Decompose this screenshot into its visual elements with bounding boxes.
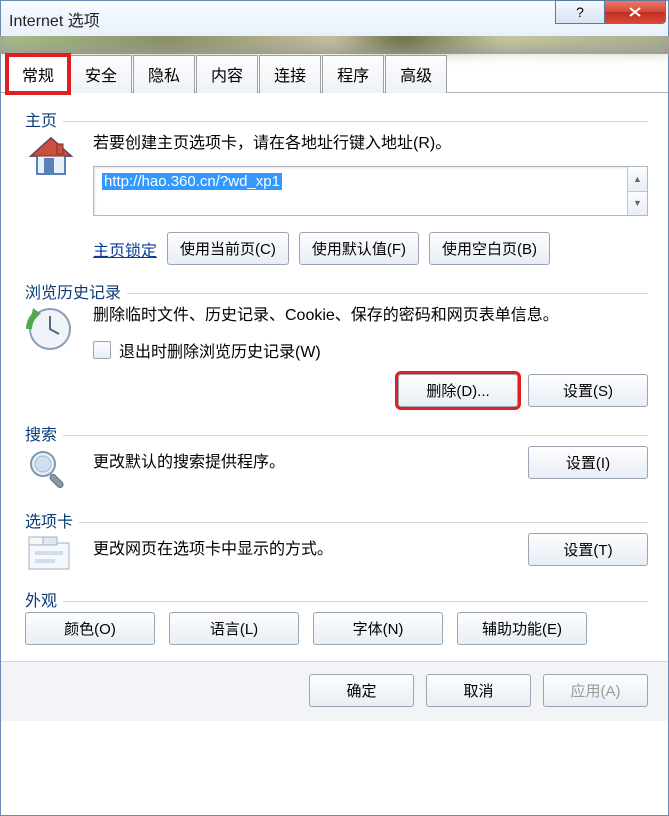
- homepage-url-input[interactable]: http://hao.360.cn/?wd_xp1 ▲ ▼: [93, 166, 648, 216]
- tab-programs[interactable]: 程序: [322, 55, 384, 93]
- appearance-label: 外观: [25, 587, 63, 611]
- tab-general[interactable]: 常规: [7, 55, 69, 93]
- use-default-button[interactable]: 使用默认值(F): [299, 232, 419, 265]
- delete-history-button[interactable]: 删除(D)...: [398, 374, 518, 407]
- homepage-label: 主页: [25, 107, 63, 131]
- history-label: 浏览历史记录: [25, 279, 127, 303]
- magnifier-icon: [25, 446, 93, 494]
- tab-security[interactable]: 安全: [70, 55, 132, 93]
- fonts-button[interactable]: 字体(N): [313, 612, 443, 645]
- tabgroup-settings-button[interactable]: 设置(T): [528, 533, 648, 566]
- window-title: Internet 选项: [9, 7, 100, 31]
- spinner-down-icon[interactable]: ▼: [628, 192, 647, 216]
- history-settings-button[interactable]: 设置(S): [528, 374, 648, 407]
- homepage-desc: 若要创建主页选项卡，请在各地址行键入地址(R)。: [93, 132, 648, 156]
- colors-button[interactable]: 颜色(O): [25, 612, 155, 645]
- tab-bar: 常规 安全 隐私 内容 连接 程序 高级: [1, 54, 668, 93]
- tabgroup-desc: 更改网页在选项卡中显示的方式。: [93, 538, 333, 562]
- home-icon: [25, 132, 93, 184]
- tab-privacy[interactable]: 隐私: [133, 55, 195, 93]
- homepage-lock-link[interactable]: 主页锁定: [93, 237, 157, 261]
- spinner-up-icon[interactable]: ▲: [628, 167, 647, 192]
- language-button[interactable]: 语言(L): [169, 612, 299, 645]
- tab-content[interactable]: 内容: [196, 55, 258, 93]
- search-desc: 更改默认的搜索提供程序。: [93, 451, 285, 475]
- ok-button[interactable]: 确定: [309, 674, 414, 707]
- tabs-icon: [25, 533, 93, 573]
- help-button[interactable]: ?: [555, 0, 605, 24]
- close-button[interactable]: [604, 0, 666, 24]
- history-desc: 删除临时文件、历史记录、Cookie、保存的密码和网页表单信息。: [93, 304, 648, 328]
- url-spinner[interactable]: ▲ ▼: [627, 167, 647, 215]
- clock-icon: [25, 304, 93, 354]
- tabgroup-label: 选项卡: [25, 508, 79, 532]
- tab-advanced[interactable]: 高级: [385, 55, 447, 93]
- delete-on-exit-checkbox[interactable]: [93, 341, 111, 359]
- tab-connections[interactable]: 连接: [259, 55, 321, 93]
- accessibility-button[interactable]: 辅助功能(E): [457, 612, 587, 645]
- titlebar: Internet 选项 ?: [0, 0, 669, 36]
- search-label: 搜索: [25, 421, 63, 445]
- use-current-button[interactable]: 使用当前页(C): [167, 232, 289, 265]
- cancel-button[interactable]: 取消: [426, 674, 531, 707]
- homepage-url-value: http://hao.360.cn/?wd_xp1: [102, 173, 282, 190]
- delete-on-exit-label: 退出时删除浏览历史记录(W): [119, 338, 321, 362]
- use-blank-button[interactable]: 使用空白页(B): [429, 232, 550, 265]
- search-settings-button[interactable]: 设置(I): [528, 446, 648, 479]
- dialog-footer: 确定 取消 应用(A): [1, 661, 668, 721]
- apply-button[interactable]: 应用(A): [543, 674, 648, 707]
